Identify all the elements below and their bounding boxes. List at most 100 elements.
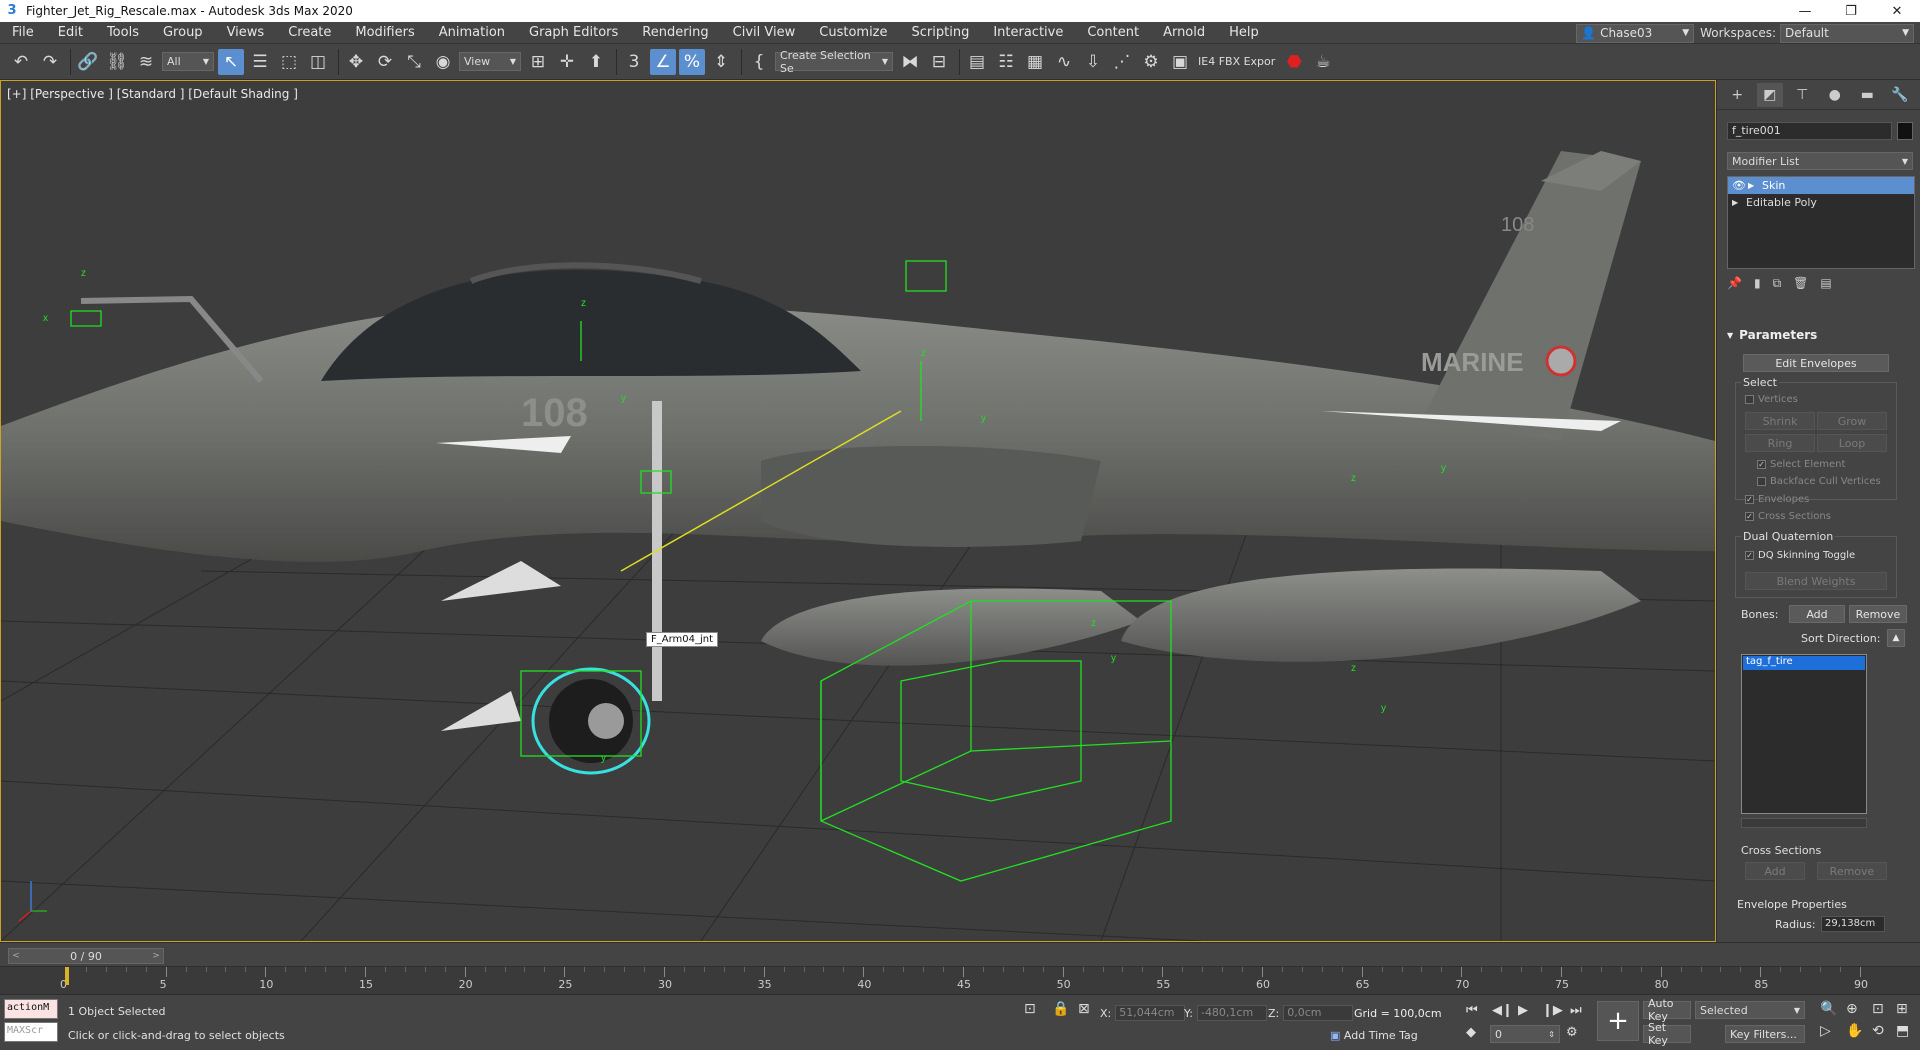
select-manipulate-icon[interactable]: ✛	[554, 49, 580, 75]
menu-views[interactable]: Views	[215, 25, 277, 40]
close-button[interactable]: ✕	[1874, 0, 1920, 22]
drop-tank-left[interactable]	[761, 588, 1141, 666]
pan-icon[interactable]: ✋	[1846, 1023, 1863, 1039]
menu-interactive[interactable]: Interactive	[981, 25, 1075, 40]
bone-list-scrollbar[interactable]	[1741, 818, 1867, 828]
menu-modifiers[interactable]: Modifiers	[343, 25, 426, 40]
track-bar[interactable]: 0 5 10 15 20 25 30 35 40 45 50 55 60 65 70 75 80 85 90	[0, 966, 1920, 994]
render-teapot-icon[interactable]: ☕	[1310, 49, 1336, 75]
fbx-export-label[interactable]: IE4 FBX Expor	[1198, 55, 1275, 68]
stack-item-skin[interactable]: 👁 ▶ Skin	[1728, 177, 1914, 194]
workspaces-dropdown[interactable]: Default ▼	[1780, 23, 1914, 43]
radius-spinner[interactable]: 29,138cm	[1821, 916, 1885, 932]
jet-canopy[interactable]	[321, 269, 861, 381]
ribbon-toggle-icon[interactable]: ▦	[1022, 49, 1048, 75]
maxscript-listener[interactable]: actionM MAXScr	[4, 999, 58, 1043]
menu-civil-view[interactable]: Civil View	[721, 25, 808, 40]
dq-skinning-checkbox[interactable]: ✓ DQ Skinning Toggle	[1745, 550, 1855, 561]
cs-add-button[interactable]: Add	[1745, 862, 1805, 880]
key-mode-toggle-icon[interactable]: ◆	[1466, 1025, 1476, 1040]
edit-named-selection-icon[interactable]: {	[746, 49, 772, 75]
menu-tools[interactable]: Tools	[95, 25, 151, 40]
snaps-toggle-icon[interactable]: 3	[621, 49, 647, 75]
display-tab-icon[interactable]: ▬	[1854, 83, 1880, 107]
make-unique-icon[interactable]: ⧉	[1773, 276, 1782, 294]
redo-icon[interactable]: ↷	[37, 49, 63, 75]
minimize-button[interactable]: —	[1782, 0, 1828, 22]
reference-coordinate-dropdown[interactable]: View ▼	[459, 52, 521, 71]
menu-file[interactable]: File	[0, 25, 46, 40]
menu-help[interactable]: Help	[1217, 25, 1271, 40]
rect-selection-icon[interactable]: ⬚	[276, 49, 302, 75]
set-key-button[interactable]: Set Key	[1643, 1021, 1691, 1047]
drop-tank-right[interactable]	[1121, 568, 1641, 662]
play-icon[interactable]: ▶	[1518, 1003, 1528, 1018]
menu-edit[interactable]: Edit	[46, 25, 95, 40]
show-end-result-icon[interactable]: ▮	[1754, 276, 1761, 294]
remove-bone-button[interactable]: Remove	[1849, 605, 1907, 623]
add-time-tag[interactable]: ▣ Add Time Tag	[1330, 1029, 1418, 1042]
time-configuration-icon[interactable]: ⚙	[1566, 1025, 1578, 1040]
menu-animation[interactable]: Animation	[427, 25, 517, 40]
pivot-center-icon[interactable]: ⊞	[525, 49, 551, 75]
user-account-dropdown[interactable]: 👤 Chase03 ▼	[1576, 23, 1695, 43]
material-editor-icon[interactable]: ⋰	[1109, 49, 1135, 75]
menu-group[interactable]: Group	[151, 25, 215, 40]
render-production-icon[interactable]: ⬣	[1281, 49, 1307, 75]
hierarchy-tab-icon[interactable]: ⊤	[1789, 83, 1815, 107]
modifier-list-dropdown[interactable]: Modifier List ▼	[1727, 152, 1913, 170]
jet-tail-fin[interactable]	[1421, 151, 1641, 441]
x-coordinate-field[interactable]: 51,044cm	[1115, 1005, 1186, 1021]
percent-snap-icon[interactable]: %	[679, 48, 705, 75]
expand-triangle-icon[interactable]: ▶	[1748, 181, 1762, 190]
menu-customize[interactable]: Customize	[807, 25, 899, 40]
spinner-snap-icon[interactable]: ⇕	[708, 49, 734, 75]
add-bone-button[interactable]: Add	[1789, 605, 1845, 623]
configure-modifier-sets-icon[interactable]: ▤	[1820, 276, 1831, 294]
menu-arnold[interactable]: Arnold	[1151, 25, 1217, 40]
schematic-view-icon[interactable]: ⇩	[1080, 49, 1106, 75]
align-icon[interactable]: ⊟	[926, 49, 952, 75]
time-cursor[interactable]	[65, 967, 69, 985]
scene-explorer-icon[interactable]: ▤	[964, 49, 990, 75]
undo-icon[interactable]: ↶	[8, 49, 34, 75]
vertices-checkbox[interactable]: Vertices	[1745, 394, 1798, 405]
loop-button[interactable]: Loop	[1817, 434, 1887, 452]
remove-modifier-icon[interactable]: 🗑	[1793, 276, 1808, 294]
set-keys-icon[interactable]: +	[1597, 1001, 1639, 1041]
z-coordinate-field[interactable]: 0,0cm	[1283, 1005, 1354, 1021]
selection-filter-dropdown[interactable]: All ▼	[162, 52, 214, 71]
field-of-view-icon[interactable]: ▷	[1820, 1023, 1831, 1039]
y-coordinate-field[interactable]: -480,1cm	[1196, 1005, 1267, 1021]
absolute-mode-icon[interactable]: ⊠	[1078, 1001, 1090, 1017]
angle-snap-icon[interactable]: ∠	[650, 48, 676, 75]
maximize-viewport-icon[interactable]: ⬒	[1896, 1023, 1909, 1039]
pin-stack-icon[interactable]: 📌	[1727, 276, 1742, 294]
cs-remove-button[interactable]: Remove	[1817, 862, 1887, 880]
bone-list[interactable]: tag_f_tire	[1741, 654, 1867, 814]
edit-envelopes-button[interactable]: Edit Envelopes	[1743, 354, 1889, 372]
utilities-tab-icon[interactable]: 🔧	[1887, 83, 1913, 107]
bone-list-item[interactable]: tag_f_tire	[1743, 656, 1865, 670]
selection-lock-icon[interactable]: 🔒	[1052, 1001, 1069, 1017]
motion-tab-icon[interactable]: ●	[1822, 83, 1848, 107]
backface-cull-checkbox[interactable]: Backface Cull Vertices	[1757, 476, 1881, 487]
menu-create[interactable]: Create	[276, 25, 343, 40]
next-frame-icon[interactable]: ❙▶	[1542, 1003, 1563, 1018]
curve-editor-icon[interactable]: ∿	[1051, 49, 1077, 75]
modify-tab-icon[interactable]: ◩	[1756, 82, 1783, 107]
named-selection-sets-dropdown[interactable]: Create Selection Se ▼	[775, 49, 893, 75]
blend-weights-button[interactable]: Blend Weights	[1745, 572, 1887, 590]
move-icon[interactable]: ✥	[343, 49, 369, 75]
rendered-frame-window-icon[interactable]: ▣	[1167, 49, 1193, 75]
menu-rendering[interactable]: Rendering	[630, 25, 720, 40]
selection-set-dropdown[interactable]: Selected ▼	[1695, 1001, 1805, 1019]
zoom-extents-all-icon[interactable]: ⊞	[1896, 1001, 1908, 1017]
zoom-extents-icon[interactable]: ⊡	[1872, 1001, 1884, 1017]
scale-icon[interactable]: ⤡	[401, 49, 427, 75]
place-icon[interactable]: ◉	[430, 49, 456, 75]
menu-content[interactable]: Content	[1075, 25, 1151, 40]
unlink-icon[interactable]: ⛓	[104, 49, 130, 75]
viewport-label[interactable]: [+] [Perspective ] [Standard ] [Default …	[7, 87, 298, 101]
keyboard-shortcut-override-icon[interactable]: ⬆	[583, 49, 609, 75]
